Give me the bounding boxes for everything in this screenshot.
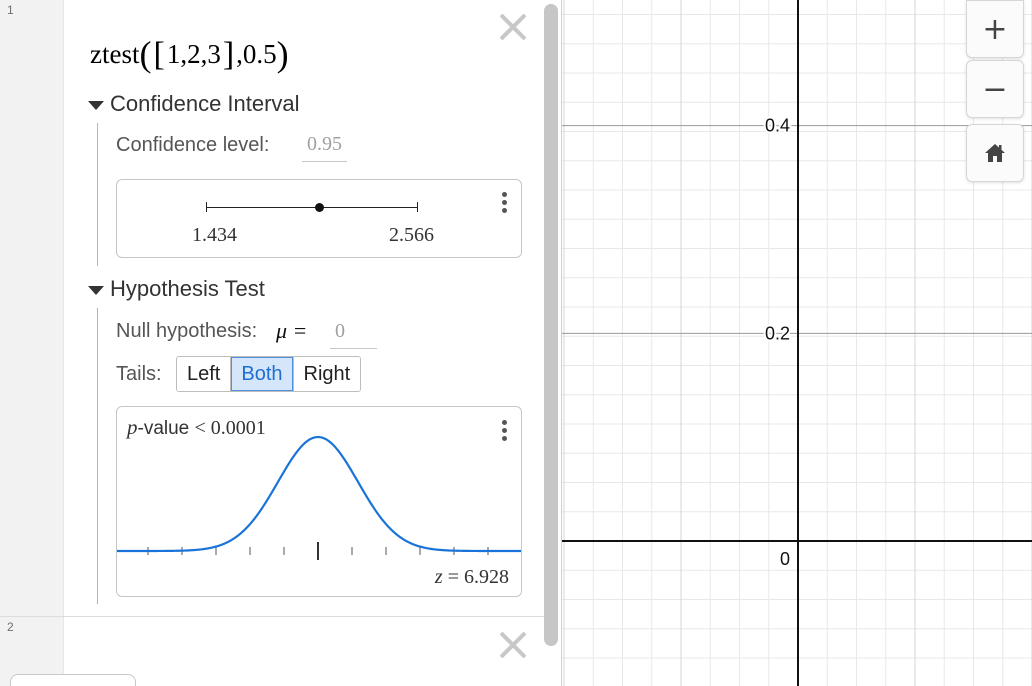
expression-gutter[interactable] — [0, 0, 64, 617]
section-divider — [97, 123, 98, 266]
normal-curve — [117, 435, 521, 553]
mu-symbol: μ = — [276, 318, 308, 343]
y-tick-label: 0.4 — [765, 116, 790, 136]
tails-toggle-group: Left Both Right — [176, 356, 362, 392]
expression-number: 1 — [7, 3, 14, 17]
confidence-interval-heading: Confidence Interval — [110, 91, 300, 116]
caret-down-icon — [88, 100, 104, 110]
tail-both-button[interactable]: Both — [231, 357, 294, 391]
confidence-level-input[interactable]: 0.95 — [302, 133, 347, 162]
scrollbar[interactable] — [544, 4, 558, 646]
interval-mean-dot — [315, 203, 324, 212]
null-hypothesis-input[interactable]: 0 — [330, 320, 377, 349]
home-button[interactable] — [966, 124, 1024, 182]
y-tick-label: 0 — [780, 549, 790, 569]
confidence-level-label: Confidence level: — [116, 134, 270, 156]
tails-label: Tails: — [116, 363, 162, 385]
p-value-card: p-value < 0.0001 z = 6.928 — [116, 406, 522, 597]
tail-right-button[interactable]: Right — [293, 357, 361, 391]
hypothesis-test-heading: Hypothesis Test — [110, 276, 265, 301]
confidence-interval-card: 1.434 2.566 — [116, 179, 522, 258]
z-symbol: z — [434, 566, 443, 588]
caret-down-icon — [88, 285, 104, 295]
tail-left-button[interactable]: Left — [177, 357, 232, 391]
expression-input[interactable]: ztest([1,2,3],0.5) — [90, 30, 289, 74]
interval-lower-cap — [206, 202, 207, 212]
function-name: ztest — [90, 39, 140, 69]
zoom-out-button[interactable]: − — [966, 60, 1024, 118]
y-tick-label: 0.2 — [765, 323, 790, 343]
zoom-in-button[interactable]: + — [966, 0, 1024, 58]
interval-upper-value: 2.566 — [389, 224, 434, 246]
hypothesis-test-toggle[interactable]: Hypothesis Test — [88, 276, 265, 302]
interval-upper-cap — [417, 202, 418, 212]
section-divider — [97, 308, 98, 604]
graph-paper[interactable]: 0.4 0.2 0 — [562, 0, 1032, 686]
interval-line — [206, 207, 418, 208]
more-options-icon[interactable] — [501, 192, 507, 216]
expression-list: 1 ztest([1,2,3],0.5) Confidence Interval… — [0, 0, 562, 686]
z-statistic: z = 6.928 — [435, 566, 509, 589]
confidence-interval-toggle[interactable]: Confidence Interval — [88, 91, 300, 117]
expression-number: 2 — [7, 620, 14, 634]
z-value: = 6.928 — [447, 566, 509, 588]
home-icon — [985, 144, 1005, 162]
list-items: 1,2,3 — [166, 39, 221, 69]
bottom-tab[interactable] — [10, 674, 136, 686]
expression-input-empty[interactable] — [66, 617, 544, 686]
calculator-root: 1 ztest([1,2,3],0.5) Confidence Interval… — [0, 0, 1032, 686]
function-arg: ,0.5 — [236, 39, 277, 69]
interval-lower-value: 1.434 — [192, 224, 237, 246]
delete-expression-icon[interactable] — [497, 11, 527, 41]
null-hypothesis-label: Null hypothesis: — [116, 320, 258, 342]
